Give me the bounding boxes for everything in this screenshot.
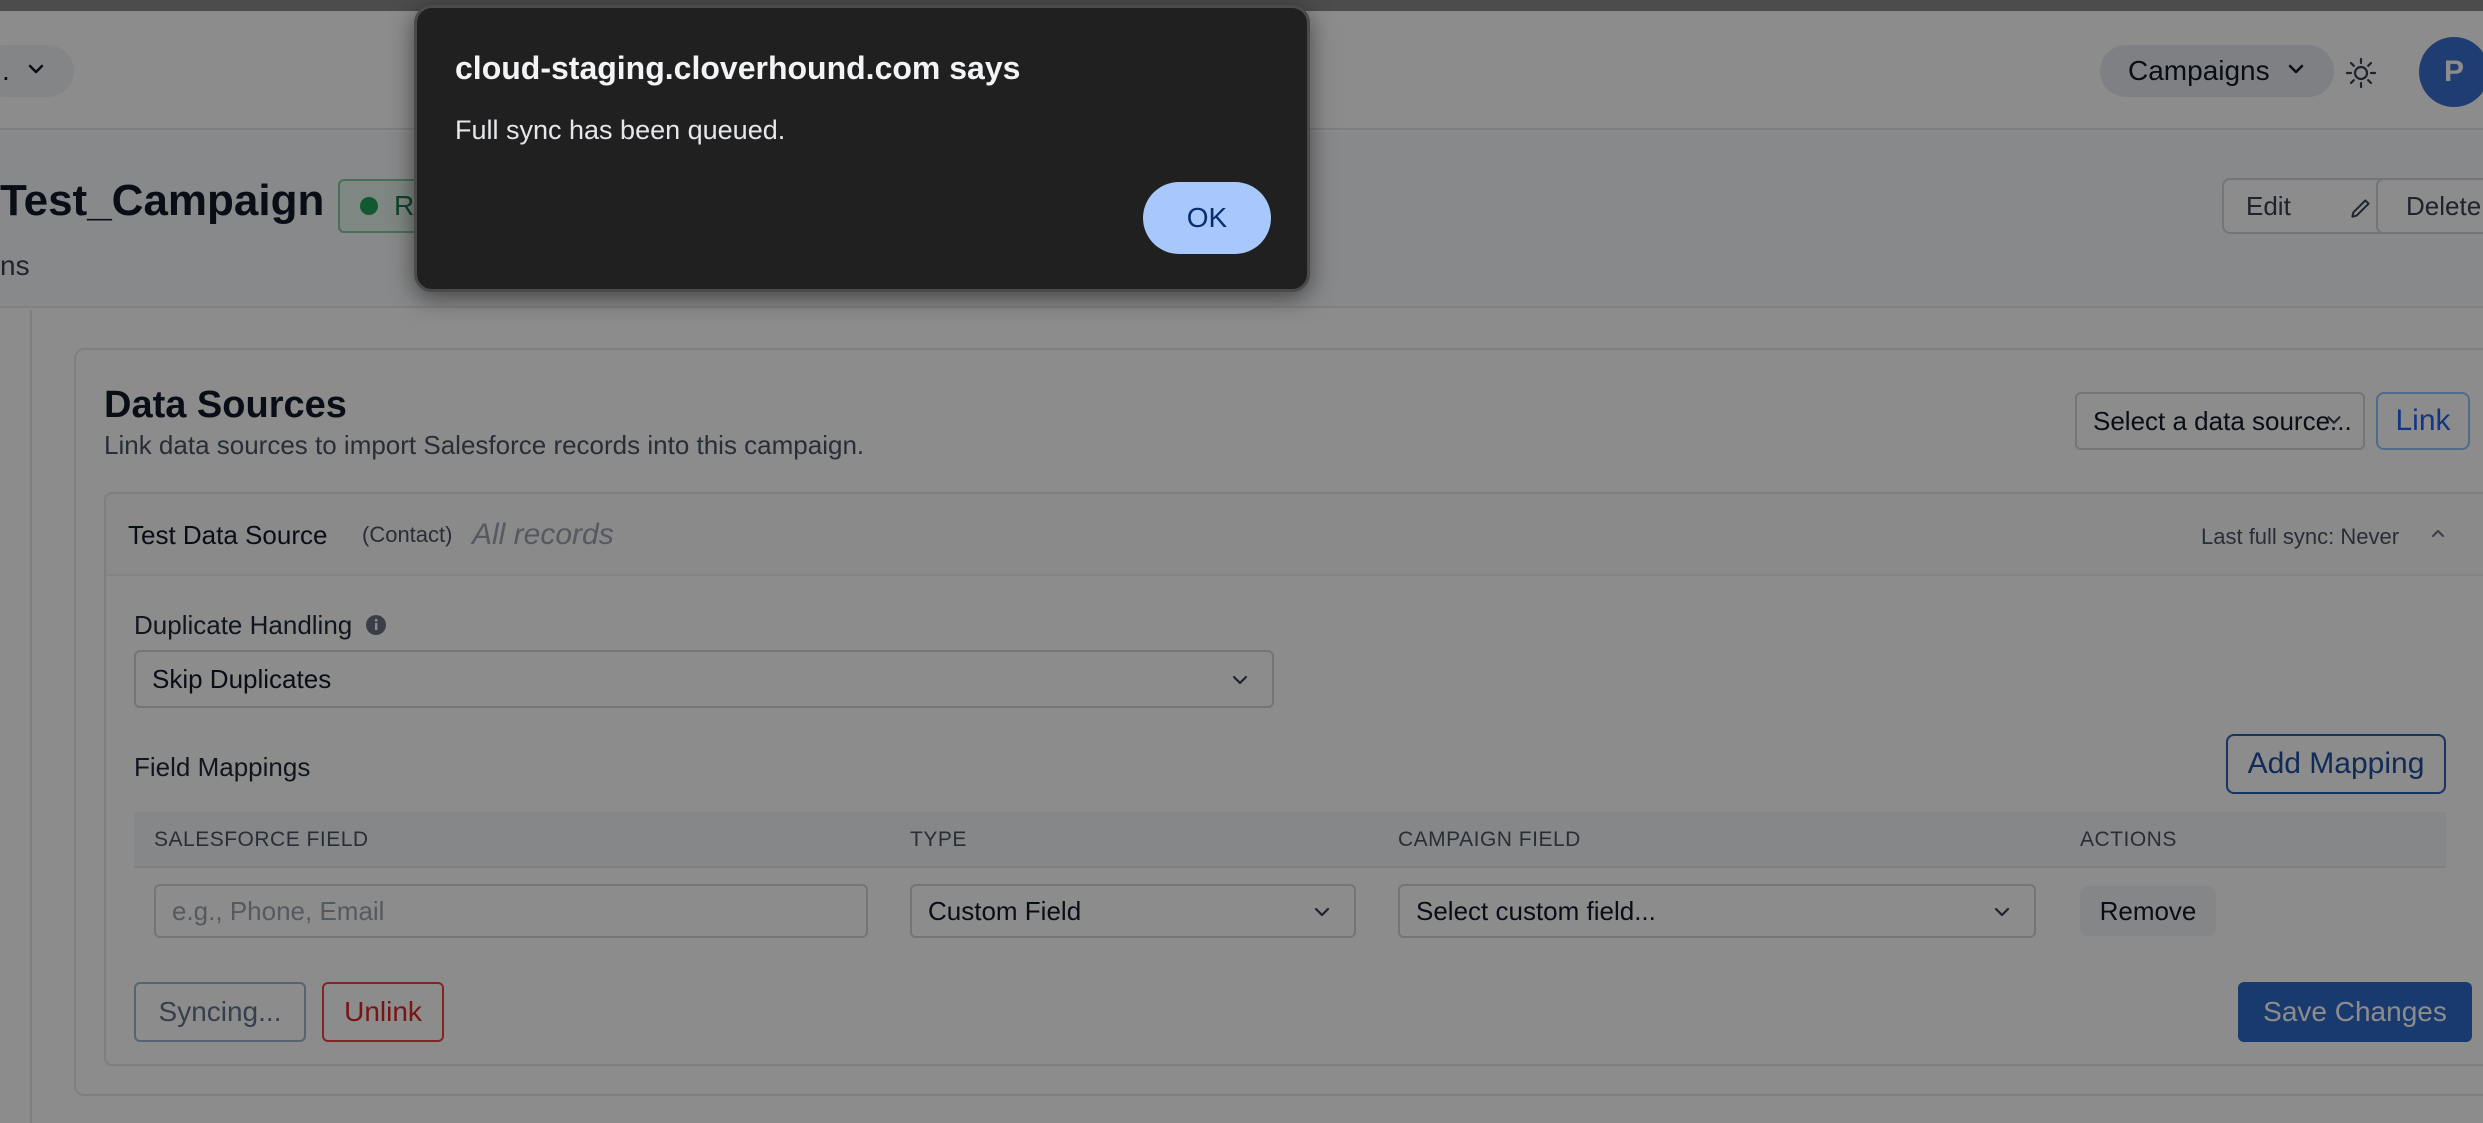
ok-button[interactable]: OK — [1143, 182, 1271, 254]
alert-title: cloud-staging.cloverhound.com says — [455, 50, 1021, 86]
app: . Campaigns P Test_Campaign R ns Edit De… — [0, 0, 2483, 1123]
ok-button-label: OK — [1186, 202, 1228, 233]
alert-message: Full sync has been queued. — [455, 115, 786, 145]
alert-dialog: cloud-staging.cloverhound.com says Full … — [414, 5, 1310, 292]
